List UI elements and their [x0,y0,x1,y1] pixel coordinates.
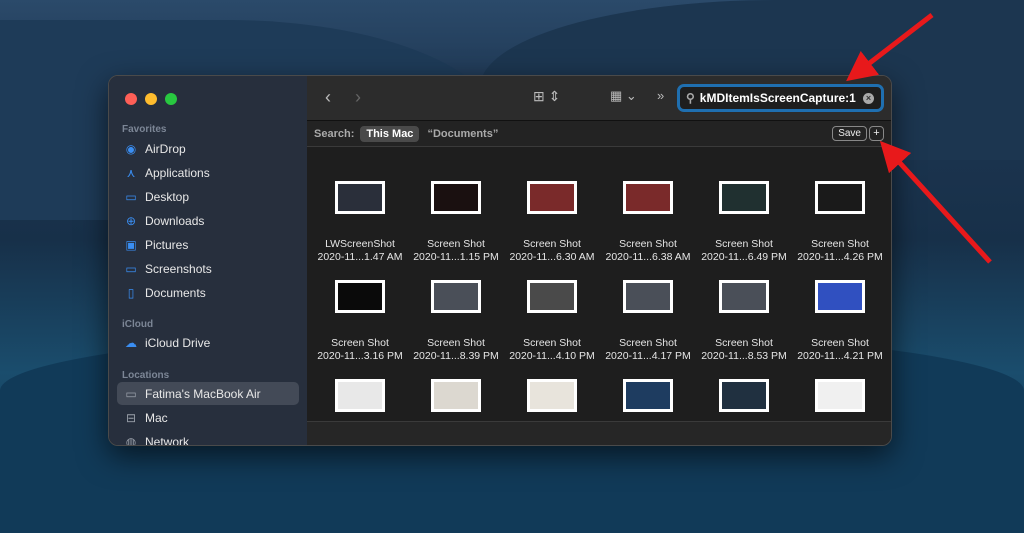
red-arrow-add [879,140,992,264]
annotation-arrows [846,13,992,264]
red-arrow-search [846,13,934,82]
